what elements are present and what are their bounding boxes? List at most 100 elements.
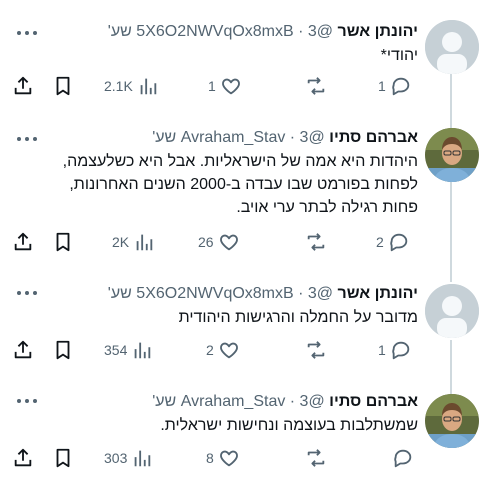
share-icon xyxy=(14,448,32,467)
tweet-actions: 2.1K 1 1 xyxy=(0,74,420,98)
more-options-icon[interactable] xyxy=(14,392,40,410)
retweet-icon xyxy=(307,233,325,251)
bookmark-icon xyxy=(56,232,70,252)
tweet-header: יהונתן אשר @5X6O2NWVqOx8mxB · 3 שע' xyxy=(108,284,418,304)
more-options-icon[interactable] xyxy=(14,284,40,302)
views-icon xyxy=(136,234,153,251)
share-button[interactable] xyxy=(12,446,34,470)
reply-icon xyxy=(390,233,408,252)
more-options-icon[interactable] xyxy=(14,130,40,148)
bookmark-icon xyxy=(56,76,70,96)
views-button[interactable]: 354 xyxy=(104,338,153,362)
author-meta[interactable]: @5X6O2NWVqOx8mxB · 3 שע' xyxy=(108,23,333,40)
views-count: 2K xyxy=(112,234,130,250)
like-button[interactable]: 1 xyxy=(208,74,242,98)
author-meta[interactable]: @Avraham_Stav · 3 שע' xyxy=(152,393,325,410)
like-count: 8 xyxy=(206,450,214,466)
avatar-photo[interactable] xyxy=(425,394,479,448)
tweet[interactable]: אברהם סתיו @Avraham_Stav · 3 שע' היהדות … xyxy=(0,110,490,272)
author-name[interactable]: יהונתן אשר xyxy=(338,23,419,40)
profile-photo-avatar xyxy=(425,128,479,182)
heart-icon xyxy=(221,78,240,95)
bookmark-icon xyxy=(56,340,70,360)
bookmark-button[interactable] xyxy=(52,338,74,362)
tweet[interactable]: יהונתן אשר @5X6O2NWVqOx8mxB · 3 שע' יהוד… xyxy=(0,0,490,110)
retweet-button[interactable] xyxy=(304,74,328,98)
author-name[interactable]: אברהם סתיו xyxy=(329,129,418,146)
reply-count: 1 xyxy=(378,78,386,94)
heart-icon xyxy=(219,450,238,467)
bookmark-icon xyxy=(56,448,70,468)
views-count: 2.1K xyxy=(104,78,133,94)
views-button[interactable]: 303 xyxy=(104,446,153,470)
share-button[interactable] xyxy=(12,74,34,98)
reply-icon xyxy=(392,77,410,96)
avatar-default[interactable] xyxy=(425,284,479,338)
retweet-button[interactable] xyxy=(304,446,328,470)
views-button[interactable]: 2K xyxy=(112,230,155,254)
heart-icon xyxy=(219,234,238,251)
share-icon xyxy=(14,76,32,95)
share-icon xyxy=(14,232,32,251)
bookmark-button[interactable] xyxy=(52,230,74,254)
reply-icon xyxy=(392,341,410,360)
author-meta[interactable]: @5X6O2NWVqOx8mxB · 3 שע' xyxy=(108,285,333,302)
tweet-actions: 303 8 xyxy=(0,446,420,470)
reply-count: 2 xyxy=(376,234,384,250)
like-button[interactable]: 2 xyxy=(206,338,240,362)
tweet-text-line: היהדות היא אמה של הישראליות. אבל היא כשל… xyxy=(62,153,418,170)
like-count: 2 xyxy=(206,342,214,358)
like-button[interactable]: 26 xyxy=(198,230,240,254)
views-button[interactable]: 2.1K xyxy=(104,74,159,98)
tweet-text-line: שמשתלבות בעוצמה ונחישות ישראלית. xyxy=(160,417,418,434)
tweet[interactable]: יהונתן אשר @5X6O2NWVqOx8mxB · 3 שע' מדוב… xyxy=(0,272,490,382)
reply-button[interactable]: 1 xyxy=(378,338,412,362)
retweet-icon xyxy=(307,449,325,467)
share-icon xyxy=(14,340,32,359)
default-avatar-icon xyxy=(425,284,479,338)
profile-photo-avatar xyxy=(425,394,479,448)
reply-count: 1 xyxy=(378,342,386,358)
tweet-text: יהודי* xyxy=(18,44,418,67)
tweet-actions: 354 2 1 xyxy=(0,338,420,362)
author-name[interactable]: יהונתן אשר xyxy=(338,285,419,302)
views-icon xyxy=(135,450,151,467)
tweet[interactable]: אברהם סתיו @Avraham_Stav · 3 שע' שמשתלבו… xyxy=(0,382,490,480)
tweet-text-line: מדובר על החמלה והרגישות היהודית xyxy=(178,309,418,326)
like-count: 26 xyxy=(198,234,214,250)
tweet-header: אברהם סתיו @Avraham_Stav · 3 שע' xyxy=(152,128,418,148)
reply-button[interactable] xyxy=(392,446,414,470)
share-button[interactable] xyxy=(12,230,34,254)
heart-icon xyxy=(219,342,238,359)
tweet-text-line: פחות רגילה לבתר ערי אויב. xyxy=(236,199,418,216)
tweet-actions: 2K 26 2 xyxy=(0,230,420,254)
views-icon xyxy=(140,78,157,95)
tweet-header: יהונתן אשר @5X6O2NWVqOx8mxB · 3 שע' xyxy=(108,22,418,42)
more-options-icon[interactable] xyxy=(14,24,40,42)
reply-button[interactable]: 2 xyxy=(376,230,410,254)
author-meta[interactable]: @Avraham_Stav · 3 שע' xyxy=(152,129,325,146)
reply-button[interactable]: 1 xyxy=(378,74,412,98)
retweet-icon xyxy=(307,77,325,95)
retweet-button[interactable] xyxy=(304,338,328,362)
bookmark-button[interactable] xyxy=(52,74,74,98)
avatar-photo[interactable] xyxy=(425,128,479,182)
tweet-text: שמשתלבות בעוצמה ונחישות ישראלית. xyxy=(18,414,418,437)
tweet-text-line: יהודי* xyxy=(380,47,418,64)
views-icon xyxy=(135,342,151,359)
views-count: 303 xyxy=(104,450,128,466)
retweet-button[interactable] xyxy=(304,230,328,254)
tweet-header: אברהם סתיו @Avraham_Stav · 3 שע' xyxy=(152,392,418,412)
share-button[interactable] xyxy=(12,338,34,362)
tweet-text: מדובר על החמלה והרגישות היהודית xyxy=(18,306,418,329)
tweet-text: היהדות היא אמה של הישראליות. אבל היא כשל… xyxy=(18,150,418,219)
retweet-icon xyxy=(307,341,325,359)
tweet-text-line: לפחות בפורמט שבו עבדה ב-2000 השנים האחרו… xyxy=(69,176,418,193)
like-button[interactable]: 8 xyxy=(206,446,240,470)
author-name[interactable]: אברהם סתיו xyxy=(329,393,418,410)
like-count: 1 xyxy=(208,78,216,94)
bookmark-button[interactable] xyxy=(52,446,74,470)
avatar-default[interactable] xyxy=(425,20,479,74)
views-count: 354 xyxy=(104,342,128,358)
reply-icon xyxy=(394,449,412,468)
